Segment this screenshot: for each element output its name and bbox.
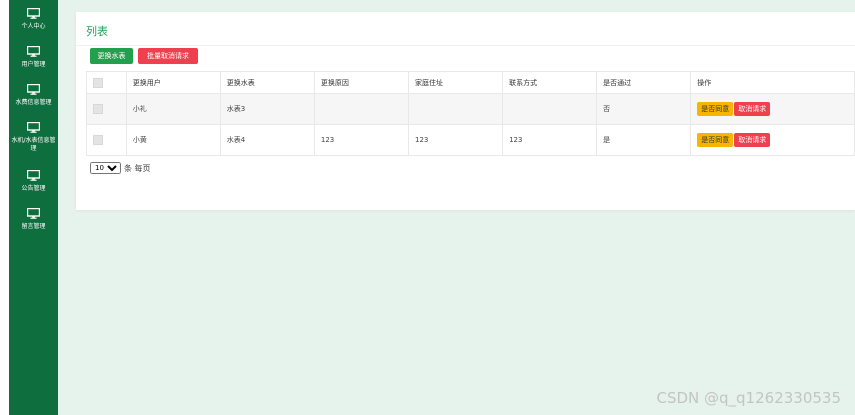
page-title: 列表 [86, 25, 108, 38]
monitor-icon [27, 46, 40, 57]
sidebar-item-water-meter-info[interactable]: 水机/水表信息管理 [9, 114, 58, 162]
column-header: 家庭住址 [407, 71, 504, 94]
cancel-request-button[interactable]: 取消请求 [734, 133, 771, 147]
cell-approved: 否 [596, 93, 692, 125]
column-header: 更换用户 [125, 71, 221, 94]
sidebar-item-personal-center[interactable]: 个人中心 [9, 0, 58, 38]
cell-meter: 水表4 [219, 124, 315, 156]
sidebar-item-label: 公告管理 [21, 185, 46, 192]
cell-reason [313, 93, 409, 125]
pagination: 10 条 每页 [90, 162, 151, 174]
cell-actions: 是否同意 取消请求 [690, 93, 855, 125]
cell-reason: 123 [313, 124, 409, 156]
cell-user: 小礼 [125, 93, 221, 125]
sidebar-item-label: 个人中心 [21, 23, 46, 30]
sidebar-item-user-management[interactable]: 用户管理 [9, 38, 58, 76]
select-all-checkbox[interactable] [93, 77, 103, 88]
sidebar-item-messages[interactable]: 留言管理 [9, 200, 58, 238]
cell-contact: 123 [502, 124, 598, 156]
batch-cancel-button[interactable]: 批量取消请求 [138, 48, 198, 64]
select-all-cell [86, 71, 127, 94]
monitor-icon [27, 8, 40, 19]
monitor-icon [27, 84, 40, 95]
cell-contact [502, 93, 598, 125]
column-header: 操作 [690, 71, 855, 94]
table-row: 小礼 水表3 否 是否同意 取消请求 [86, 93, 855, 125]
column-header: 是否通过 [596, 71, 692, 94]
row-checkbox[interactable] [93, 104, 103, 114]
sidebar-item-label: 留言管理 [21, 223, 46, 230]
monitor-icon [27, 208, 40, 219]
table-row: 小黄 水表4 123 123 123 是 是否同意 取消请求 [86, 124, 855, 156]
column-header: 更换原因 [313, 71, 409, 94]
list-panel: 列表 更换水表 批量取消请求 更换用户 更换水表 更换原因 家庭住址 联系方式 … [76, 12, 855, 210]
column-header: 联系方式 [502, 71, 598, 94]
agree-button[interactable]: 是否同意 [697, 133, 734, 147]
per-page-label: 条 每页 [124, 163, 151, 173]
sidebar-item-announcement[interactable]: 公告管理 [9, 162, 58, 200]
cancel-request-button[interactable]: 取消请求 [734, 102, 771, 116]
sidebar-item-label: 水费信息管理 [15, 99, 52, 106]
replace-meter-button[interactable]: 更换水表 [90, 48, 133, 64]
cell-address [407, 93, 504, 125]
requests-table: 更换用户 更换水表 更换原因 家庭住址 联系方式 是否通过 操作 小礼 水表3 [86, 71, 855, 156]
row-select-cell [86, 124, 127, 156]
cell-address: 123 [407, 124, 504, 156]
main-content: 列表 更换水表 批量取消请求 更换用户 更换水表 更换原因 家庭住址 联系方式 … [58, 0, 855, 415]
sidebar-item-water-fee-info[interactable]: 水费信息管理 [9, 76, 58, 114]
divider [76, 45, 855, 46]
row-checkbox[interactable] [93, 135, 103, 145]
agree-button[interactable]: 是否同意 [697, 102, 734, 116]
cell-user: 小黄 [125, 124, 221, 156]
cell-actions: 是否同意 取消请求 [690, 124, 855, 156]
sidebar: 个人中心 用户管理 水费信息管理 水机/水表信息管理 公告管理 留言管理 [9, 0, 58, 415]
sidebar-item-label: 用户管理 [21, 61, 46, 68]
cell-approved: 是 [596, 124, 692, 156]
table-header-row: 更换用户 更换水表 更换原因 家庭住址 联系方式 是否通过 操作 [86, 71, 855, 94]
monitor-icon [27, 122, 40, 133]
column-header: 更换水表 [219, 71, 315, 94]
monitor-icon [27, 170, 40, 181]
watermark: CSDN @q_q1262330535 [656, 389, 841, 407]
row-select-cell [86, 93, 127, 125]
cell-meter: 水表3 [219, 93, 315, 125]
page-size-select[interactable]: 10 [90, 162, 121, 174]
sidebar-item-label: 水机/水表信息管理 [11, 137, 56, 152]
